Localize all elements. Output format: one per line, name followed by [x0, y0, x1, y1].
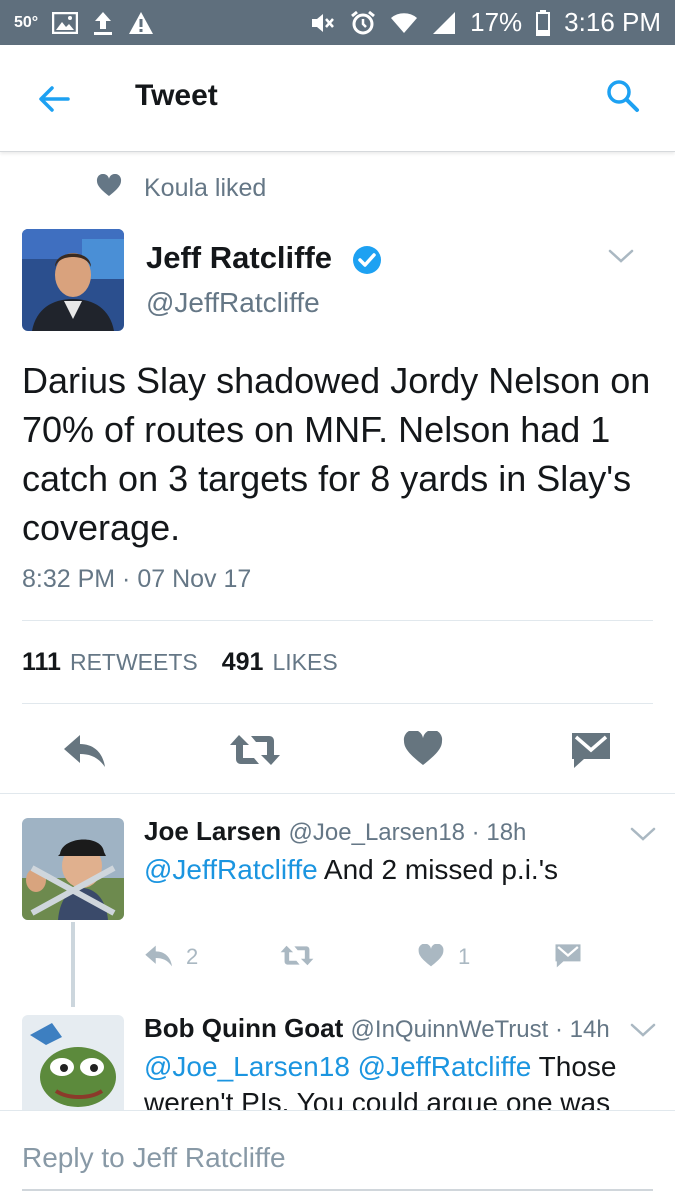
reply-mention[interactable]: @JeffRatcliffe — [144, 854, 318, 885]
reply-reply-icon[interactable] — [144, 944, 174, 973]
reply-author-line[interactable]: Joe Larsen @Joe_Larsen18 · 18h — [144, 816, 526, 847]
reply-retweet-icon[interactable] — [280, 944, 314, 972]
divider — [22, 703, 653, 704]
thread-connector — [71, 922, 75, 1007]
reply-time: 18h — [486, 819, 527, 846]
reply-time: 14h — [569, 1016, 610, 1043]
reply-author-line[interactable]: Bob Quinn Goat @InQuinnWeTrust · 14h — [144, 1013, 610, 1044]
reply-text-continued: weren't PIs. You could argue one was — [144, 1087, 611, 1111]
app-header: Tweet — [0, 45, 675, 152]
reply-input-underline — [22, 1189, 653, 1191]
tweet-text: Darius Slay shadowed Jordy Nelson on 70%… — [22, 360, 651, 548]
tweet-menu-chevron-icon[interactable] — [606, 246, 636, 271]
divider — [22, 620, 653, 621]
verified-badge-icon — [352, 245, 382, 275]
reply-input[interactable] — [22, 1128, 653, 1188]
reply-message-icon[interactable] — [554, 943, 582, 973]
reply-author-handle[interactable]: @Joe_Larsen18 — [289, 819, 465, 846]
reply-text: @Joe_Larsen18 @JeffRatcliffe Those — [144, 1049, 616, 1085]
author-name[interactable]: Jeff Ratcliffe — [146, 240, 332, 276]
author-handle[interactable]: @JeffRatcliffe — [146, 287, 320, 319]
alarm-icon — [350, 10, 376, 36]
status-bar: 50° 17% 3:16 PM — [0, 0, 675, 45]
liked-by-text: Koula liked — [144, 174, 267, 202]
mute-icon — [310, 11, 336, 35]
reply-2-container: Bob Quinn Goat @InQuinnWeTrust · 14h @Jo… — [0, 1005, 675, 1111]
likes-count[interactable]: 491 — [222, 648, 264, 677]
liked-by-row: Koula liked — [96, 173, 267, 203]
status-bar-right: 17% 3:16 PM — [310, 7, 661, 38]
reply-author-name[interactable]: Joe Larsen — [144, 816, 281, 846]
message-icon[interactable] — [570, 731, 612, 774]
reply-menu-chevron-icon[interactable] — [628, 824, 658, 849]
reply-menu-chevron-icon[interactable] — [628, 1020, 658, 1045]
divider — [0, 793, 675, 794]
reply-body: Those — [538, 1051, 617, 1082]
wifi-icon — [390, 12, 418, 34]
page-title: Tweet — [135, 79, 218, 112]
back-arrow-icon[interactable] — [34, 79, 74, 119]
battery-icon — [536, 9, 551, 36]
temperature: 50° — [14, 13, 39, 31]
battery-percent: 17% — [470, 7, 523, 37]
reply-reply-count: 2 — [186, 944, 199, 969]
author-avatar[interactable] — [22, 229, 124, 331]
reply-separator: · — [548, 1016, 570, 1043]
warning-icon — [128, 11, 154, 35]
reply-text: @JeffRatcliffe And 2 missed p.i.'s — [144, 852, 558, 888]
tweet-timestamp: 8:32 PM · 07 Nov 17 — [22, 565, 252, 593]
likes-label[interactable]: LIKES — [272, 649, 337, 676]
upload-icon — [92, 10, 114, 36]
retweets-label[interactable]: RETWEETS — [70, 649, 198, 676]
status-time: 3:16 PM — [564, 7, 661, 37]
reply-avatar[interactable] — [22, 818, 124, 920]
reply-avatar[interactable] — [22, 1015, 124, 1111]
tweet-stats: 111 RETWEETS 491 LIKES — [22, 648, 362, 677]
reply-body: And 2 missed p.i.'s — [323, 854, 559, 885]
status-bar-left: 50° — [14, 10, 154, 36]
retweet-icon[interactable] — [229, 733, 281, 772]
heart-icon — [96, 173, 122, 203]
signal-icon — [432, 11, 456, 35]
reply-author-handle[interactable]: @InQuinnWeTrust — [351, 1016, 549, 1043]
reply-author-name[interactable]: Bob Quinn Goat — [144, 1013, 343, 1043]
search-icon[interactable] — [604, 77, 642, 115]
reply-like-count: 1 — [458, 944, 471, 969]
retweets-count[interactable]: 111 — [22, 648, 61, 677]
reply-icon[interactable] — [62, 733, 108, 774]
reply-like-icon[interactable] — [418, 943, 444, 973]
image-icon — [52, 11, 79, 34]
reply-mention[interactable]: @Joe_Larsen18 @JeffRatcliffe — [144, 1051, 531, 1082]
reply-separator: · — [465, 819, 487, 846]
like-icon[interactable] — [403, 729, 443, 772]
